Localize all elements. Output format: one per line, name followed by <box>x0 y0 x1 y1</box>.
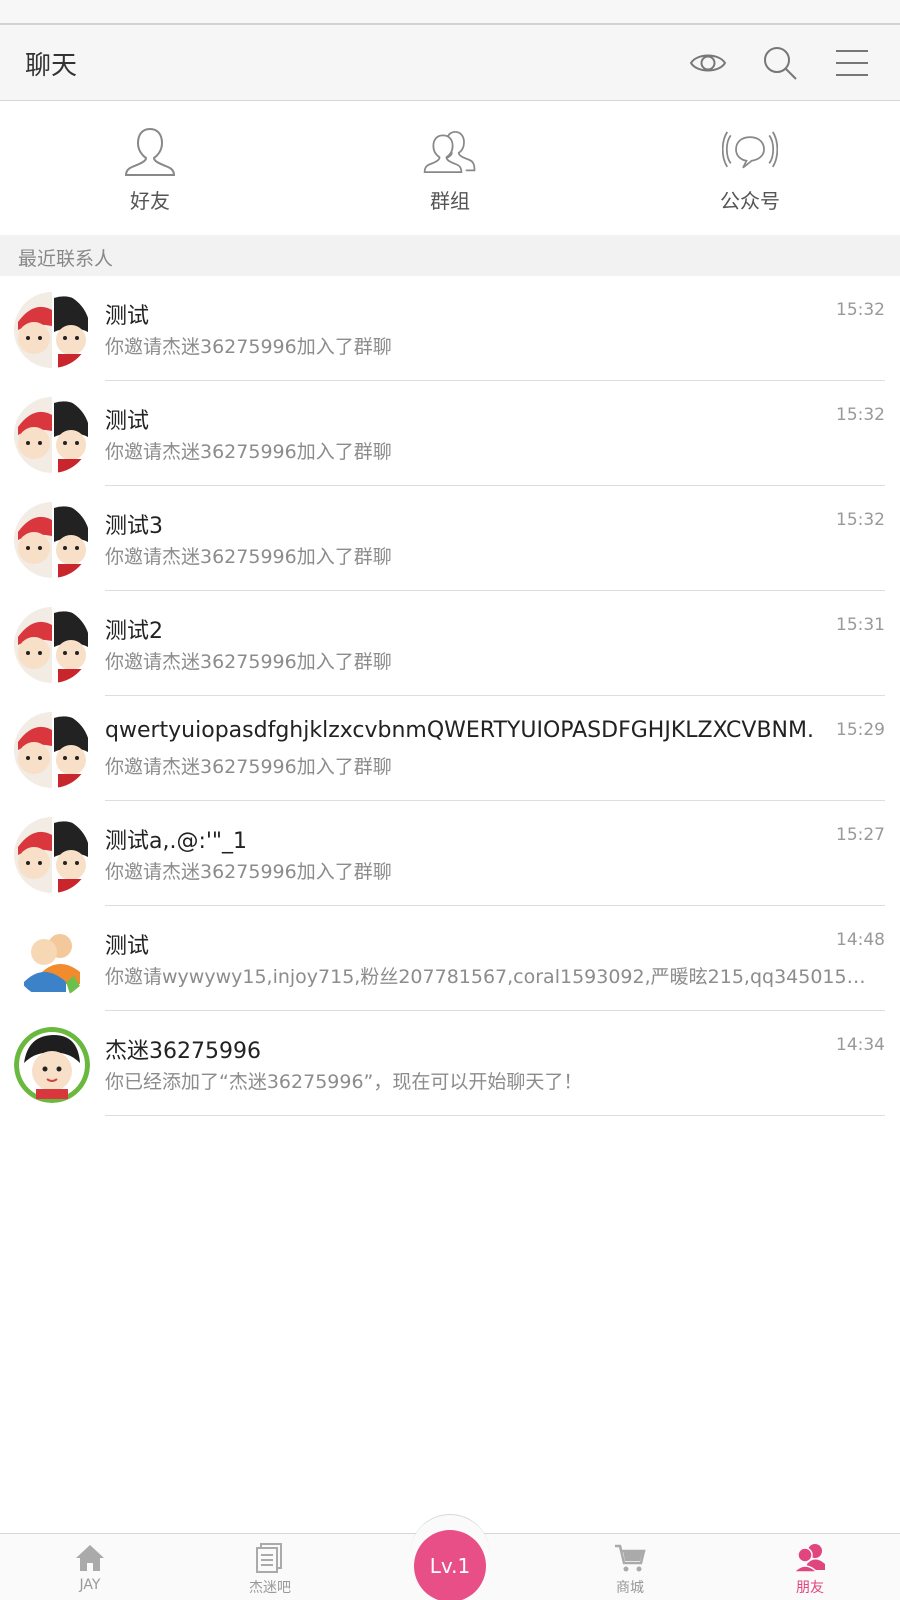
tab-label: JAY <box>79 1577 101 1593</box>
message-time: 15:32 <box>836 300 885 320</box>
contact-name: 测试 <box>105 934 150 959</box>
app-header: 聊天 <box>0 25 900 101</box>
message-preview: 你邀请杰迷36275996加入了群聊 <box>105 336 392 358</box>
contact-row[interactable]: 测试 你邀请杰迷36275996加入了群聊 15:32 <box>0 381 900 486</box>
contact-row[interactable]: 测试a,.@:'"_1 你邀请杰迷36275996加入了群聊 15:27 <box>0 801 900 906</box>
contact-name: qwertyuiopasdfghjklzxcvbnmQWERTYUIOPASDF… <box>105 718 814 743</box>
official-accounts-category[interactable]: 公众号 <box>600 101 900 235</box>
status-bar <box>0 0 900 25</box>
tab-label: 杰迷吧 <box>249 1580 291 1596</box>
broadcast-icon <box>722 131 778 169</box>
group-avatar <box>14 292 90 368</box>
contact-list: 测试 你邀请杰迷36275996加入了群聊 15:32 测试 你邀请杰迷3627… <box>0 276 900 1116</box>
message-time: 15:32 <box>836 510 885 530</box>
level-button[interactable]: Lv.1 <box>414 1530 486 1600</box>
category-label: 公众号 <box>720 189 780 213</box>
menu-icon[interactable] <box>826 37 878 89</box>
contact-name: 测试 <box>105 304 150 329</box>
message-preview: 你邀请wywywy15,injoy715,粉丝207781567,coral15… <box>105 966 875 988</box>
contact-row[interactable]: 杰迷36275996 你已经添加了“杰迷36275996”，现在可以开始聊天了！… <box>0 1011 900 1116</box>
forum-icon <box>256 1543 282 1573</box>
search-icon[interactable] <box>754 37 806 89</box>
message-time: 15:27 <box>836 825 885 845</box>
divider <box>105 1115 885 1116</box>
tab-friends[interactable]: 朋友 <box>720 1534 900 1600</box>
level-label: Lv.1 <box>429 1554 471 1578</box>
group-avatar <box>14 502 90 578</box>
tab-label: 朋友 <box>796 1580 824 1596</box>
tab-label: 商城 <box>616 1580 644 1596</box>
message-preview: 你邀请杰迷36275996加入了群聊 <box>105 861 392 883</box>
contact-row[interactable]: 测试3 你邀请杰迷36275996加入了群聊 15:32 <box>0 486 900 591</box>
contact-name: 测试3 <box>105 514 163 539</box>
bottom-tab-bar: JAY 杰迷吧 Lv.1 商城 朋友 <box>0 1514 900 1600</box>
recent-contacts-header: 最近联系人 <box>0 235 900 276</box>
tab-shop[interactable]: 商城 <box>540 1534 720 1600</box>
category-label: 好友 <box>130 189 170 213</box>
group-avatar <box>14 712 90 788</box>
page-title: 聊天 <box>25 51 78 81</box>
tab-jay[interactable]: JAY <box>0 1534 180 1600</box>
message-preview: 你已经添加了“杰迷36275996”，现在可以开始聊天了！ <box>105 1071 583 1093</box>
contact-name: 测试a,.@:'"_1 <box>105 829 248 854</box>
home-icon <box>76 1545 104 1571</box>
groups-category[interactable]: 群组 <box>300 101 600 235</box>
message-time: 14:34 <box>836 1035 885 1055</box>
section-title: 最近联系人 <box>18 248 114 270</box>
message-time: 15:32 <box>836 405 885 425</box>
group-avatar <box>14 607 90 683</box>
person-icon <box>124 127 176 176</box>
friends-icon <box>793 1544 825 1573</box>
cart-icon <box>615 1544 646 1572</box>
contact-name: 测试2 <box>105 619 163 644</box>
message-time: 15:29 <box>836 720 885 740</box>
category-label: 群组 <box>430 189 470 213</box>
contact-row[interactable]: 测试2 你邀请杰迷36275996加入了群聊 15:31 <box>0 591 900 696</box>
message-time: 15:31 <box>836 615 885 635</box>
message-preview: 你邀请杰迷36275996加入了群聊 <box>105 756 392 778</box>
message-preview: 你邀请杰迷36275996加入了群聊 <box>105 651 392 673</box>
contact-name: 杰迷36275996 <box>105 1039 261 1064</box>
contact-row[interactable]: 测试 你邀请杰迷36275996加入了群聊 15:32 <box>0 276 900 381</box>
level-tab: Lv.1 <box>360 1514 540 1600</box>
tab-forum[interactable]: 杰迷吧 <box>180 1534 360 1600</box>
friends-category[interactable]: 好友 <box>0 101 300 235</box>
user-avatar <box>14 1027 90 1103</box>
category-row: 好友 群组 公众号 <box>0 101 900 235</box>
group-avatar <box>14 817 90 893</box>
eye-icon[interactable] <box>682 37 734 89</box>
default-group-avatar <box>14 922 90 998</box>
contact-row[interactable]: 测试 你邀请wywywy15,injoy715,粉丝207781567,cora… <box>0 906 900 1011</box>
group-icon <box>423 131 476 173</box>
contact-name: 测试 <box>105 409 150 434</box>
group-avatar <box>14 397 90 473</box>
message-time: 14:48 <box>836 930 885 950</box>
contact-row[interactable]: qwertyuiopasdfghjklzxcvbnmQWERTYUIOPASDF… <box>0 696 900 801</box>
message-preview: 你邀请杰迷36275996加入了群聊 <box>105 546 392 568</box>
message-preview: 你邀请杰迷36275996加入了群聊 <box>105 441 392 463</box>
